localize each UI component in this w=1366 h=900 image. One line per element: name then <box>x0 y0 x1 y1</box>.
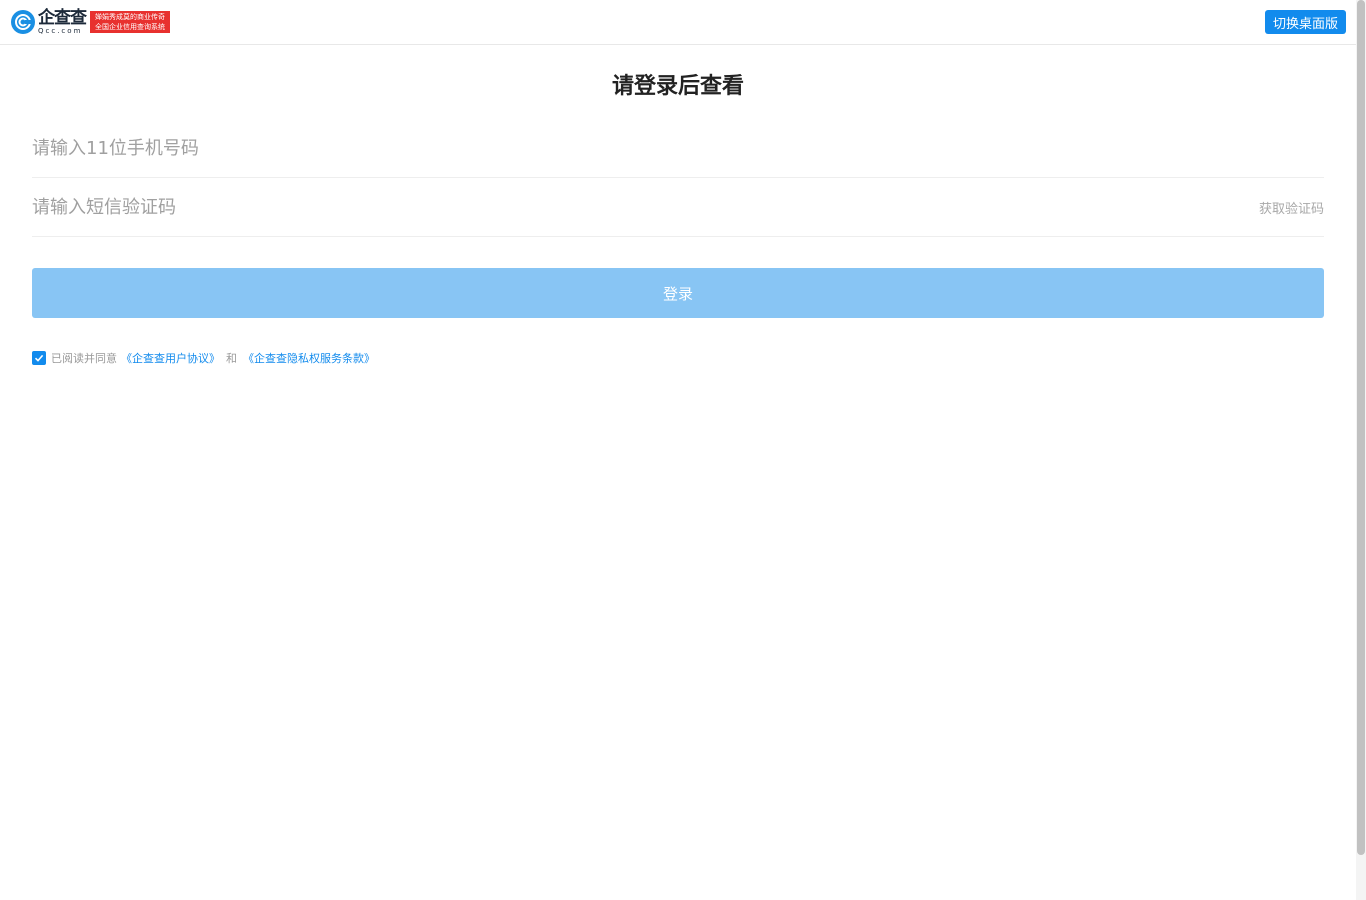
slogan-line-1: 婵娟秀成莫的商业传奇 <box>95 13 165 21</box>
phone-input[interactable] <box>32 137 1324 159</box>
slogan-line-2: 全国企业信用查询系统 <box>95 23 165 31</box>
logo-wordmark: 企查查 Qcc.com <box>38 7 87 35</box>
agree-checkbox[interactable] <box>32 351 46 365</box>
privacy-terms-link[interactable]: 《企查查隐私权服务条款》 <box>243 350 375 366</box>
agreement-prefix: 已阅读并同意 <box>51 352 117 365</box>
agreement-row: 已阅读并同意 《企查查用户协议》 和 《企查查隐私权服务条款》 <box>32 350 379 366</box>
page-title: 请登录后查看 <box>611 74 744 99</box>
vertical-scrollbar[interactable] <box>1356 0 1366 900</box>
login-button[interactable]: 登录 <box>32 268 1324 318</box>
qcc-logo[interactable]: 企查查 Qcc.com 婵娟秀成莫的商业传奇 全国企业信用查询系统 <box>11 9 170 35</box>
user-agreement-link[interactable]: 《企查查用户协议》 <box>121 350 220 366</box>
logo-name: 企查查 <box>38 7 87 28</box>
scrollbar-thumb[interactable] <box>1357 0 1365 855</box>
sms-code-field: 获取验证码 <box>32 178 1324 237</box>
agreement-and: 和 <box>226 352 237 365</box>
check-icon <box>34 354 44 362</box>
logo-domain: Qcc.com <box>38 26 83 35</box>
top-bar: 企查查 Qcc.com 婵娟秀成莫的商业传奇 全国企业信用查询系统 切换桌面版 <box>0 0 1356 45</box>
qcc-logo-icon <box>11 10 35 34</box>
switch-desktop-button[interactable]: 切换桌面版 <box>1264 10 1346 34</box>
sms-code-input[interactable] <box>32 196 1324 218</box>
phone-field <box>32 119 1324 178</box>
get-code-button[interactable]: 获取验证码 <box>1259 178 1324 236</box>
logo-slogan-badge: 婵娟秀成莫的商业传奇 全国企业信用查询系统 <box>90 11 170 33</box>
